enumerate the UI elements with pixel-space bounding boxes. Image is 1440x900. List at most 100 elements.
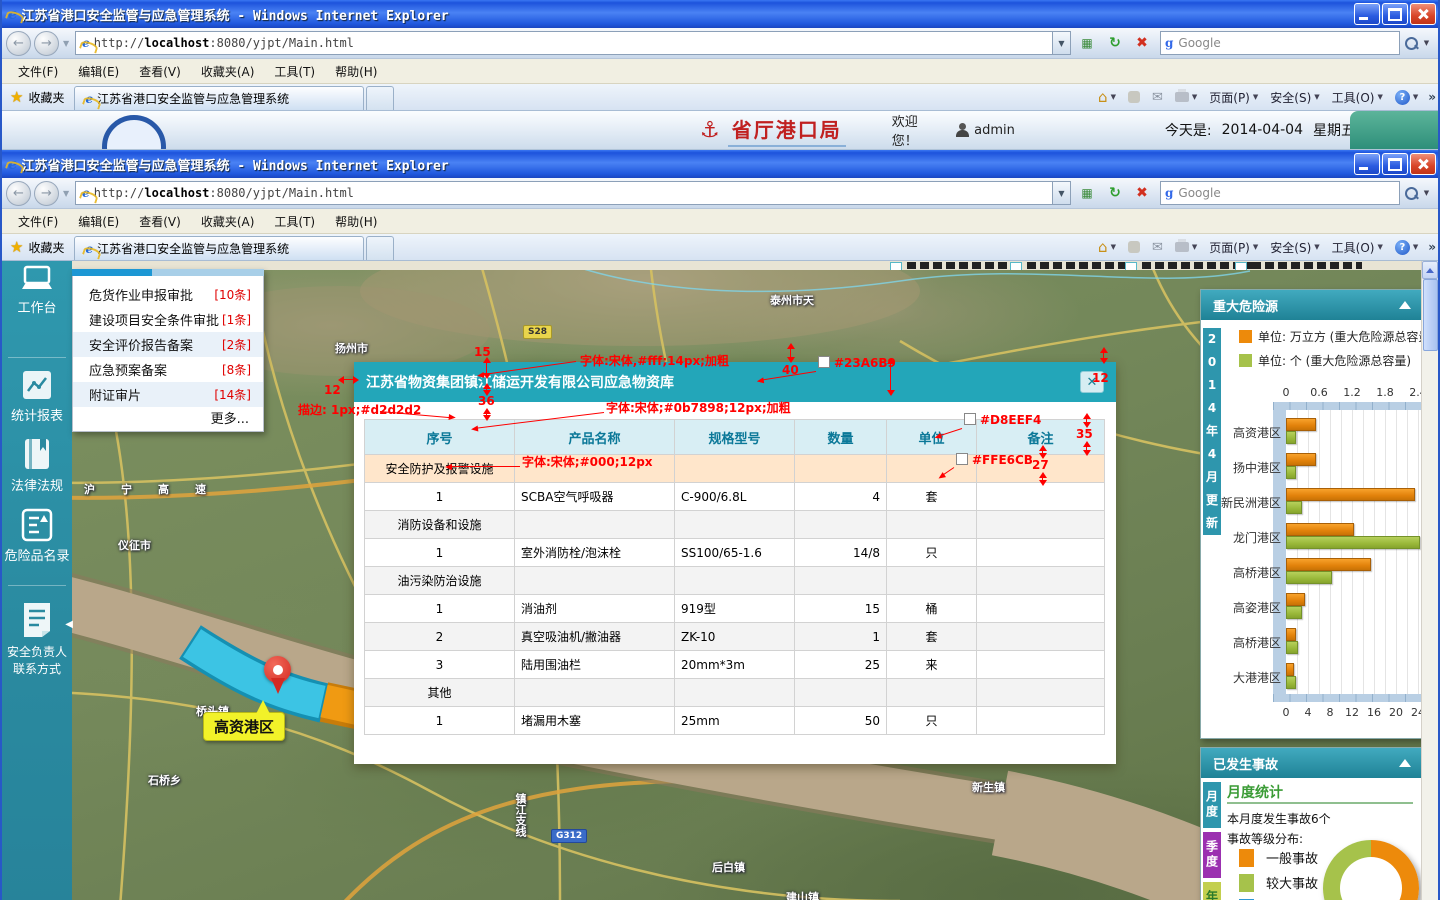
scroll-up-button[interactable] [1422,261,1438,279]
measure-line [486,385,487,394]
feeds-button[interactable] [1122,91,1146,103]
address-bar[interactable]: e http://localhost:8080/yjpt/Main.html [75,181,1053,205]
menu-tools[interactable]: 工具(T) [264,61,325,82]
menu-item[interactable]: 安全评价报告备案[2条] [73,332,263,357]
search-button[interactable]: ▼ [1400,181,1434,205]
browser-tab[interactable]: e 江苏省港口安全监管与应急管理系统 [74,86,364,110]
restore-button[interactable] [1382,153,1408,175]
sidebar-item-safety-contacts[interactable]: 安全负责人联系方式 [2,601,72,678]
menu-view[interactable]: 查看(V) [129,61,191,82]
bar-category-label: 大港港区 [1233,669,1281,686]
menu-more-link[interactable]: 更多... [73,407,263,427]
back-button[interactable]: ← [6,31,31,56]
tools-menu-button[interactable]: 工具(O)▼ [1326,89,1389,106]
tab-yearly[interactable]: 年度 [1203,882,1221,900]
address-dropdown-button[interactable]: ▼ [1053,181,1071,205]
checkbox-icon[interactable] [1010,262,1022,270]
menu-item[interactable]: 建设项目安全条件审批[1条] [73,307,263,332]
collapse-up-icon[interactable] [1399,759,1411,767]
vertical-scrollbar[interactable] [1421,261,1438,900]
menu-item[interactable]: 应急预案备案[8条] [73,357,263,382]
close-button[interactable] [1410,153,1436,175]
menu-tools[interactable]: 工具(T) [264,211,325,232]
checkbox-icon[interactable] [1235,262,1247,270]
map-pin[interactable] [264,656,291,683]
forward-button[interactable]: → [34,181,59,206]
checkbox-icon[interactable] [1125,262,1137,270]
page-menu-button[interactable]: 页面(P)▼ [1203,239,1264,256]
new-tab-stub[interactable] [366,236,394,260]
print-button[interactable]: ▼ [1169,92,1203,102]
favorites-button[interactable]: ★ 收藏夹 [0,84,74,110]
table-section-row: 油污染防治设施 [365,567,1105,595]
scrollbar-thumb[interactable] [1423,279,1438,351]
bar-category-label: 扬中港区 [1233,459,1281,476]
tab-monthly[interactable]: 月度 [1203,782,1221,828]
read-mail-button[interactable]: ✉ [1146,240,1169,255]
menu-view[interactable]: 查看(V) [129,211,191,232]
history-dropdown-icon[interactable]: ▼ [63,189,69,198]
home-button[interactable]: ⌂▼ [1092,238,1122,256]
stop-button[interactable]: ✖ [1130,32,1154,54]
refresh-button[interactable]: ↻ [1103,32,1127,54]
menu-edit[interactable]: 编辑(E) [68,211,129,232]
menu-favorites[interactable]: 收藏夹(A) [191,61,265,82]
address-bar[interactable]: e http://localhost:8080/yjpt/Main.html [75,31,1053,55]
hazards-panel-header[interactable]: 重大危险源 [1201,290,1423,320]
tools-menu-button[interactable]: 工具(O)▼ [1326,239,1389,256]
safety-menu-button[interactable]: 安全(S)▼ [1264,89,1325,106]
menu-item[interactable]: 危货作业申报审批[10条] [73,282,263,307]
safety-menu-button[interactable]: 安全(S)▼ [1264,239,1325,256]
read-mail-button[interactable]: ✉ [1146,90,1169,105]
tab-quarterly[interactable]: 季度 [1203,832,1221,878]
address-dropdown-button[interactable]: ▼ [1053,31,1071,55]
minimize-button[interactable] [1354,3,1380,25]
sidebar-collapse-icon[interactable]: ◀ [65,619,73,630]
menu-help[interactable]: 帮助(H) [325,211,387,232]
sidebar-item-workbench[interactable]: 工作台 [2,265,72,317]
table-cell [977,651,1105,679]
refresh-button[interactable]: ↻ [1103,182,1127,204]
sidebar-item-laws[interactable]: 法律法规 [2,437,72,495]
browser-tab[interactable]: e 江苏省港口安全监管与应急管理系统 [74,236,364,260]
favorites-button[interactable]: ★ 收藏夹 [0,234,74,260]
close-button[interactable] [1410,3,1436,25]
history-dropdown-icon[interactable]: ▼ [63,39,69,48]
back-button[interactable]: ← [6,181,31,206]
print-button[interactable]: ▼ [1169,242,1203,252]
color-chip [956,453,968,465]
collapse-up-icon[interactable] [1399,301,1411,309]
home-button[interactable]: ⌂▼ [1092,88,1122,106]
stop-button[interactable]: ✖ [1130,182,1154,204]
table-row: 3陆用围油栏20mm*3m25来 [365,651,1105,679]
minimize-button[interactable] [1354,153,1380,175]
help-button[interactable]: ?▼ [1389,90,1424,105]
window-titlebar[interactable]: e 江苏省港口安全监管与应急管理系统 - Windows Internet Ex… [0,150,1440,178]
search-input[interactable]: g Google [1160,31,1400,55]
window-titlebar[interactable]: e 江苏省港口安全监管与应急管理系统 - Windows Internet Ex… [0,0,1440,28]
search-button[interactable]: ▼ [1400,31,1434,55]
page-menu-button[interactable]: 页面(P)▼ [1203,89,1264,106]
search-input[interactable]: g Google [1160,181,1400,205]
compatibility-view-icon[interactable]: ▦ [1074,31,1100,55]
ie-logo-icon: e [8,7,18,22]
sidebar-item-reports[interactable]: 统计报表 [2,369,72,425]
annotation-titlebar-color: #23A6B9 [818,356,896,370]
map-region-label[interactable]: 高资港区 [203,712,285,741]
checkbox-icon[interactable] [890,262,902,270]
menu-edit[interactable]: 编辑(E) [68,61,129,82]
feeds-button[interactable] [1122,241,1146,253]
new-tab-stub[interactable] [366,86,394,110]
tab-title: 江苏省港口安全监管与应急管理系统 [97,240,289,257]
accidents-panel-header[interactable]: 已发生事故 [1201,748,1423,778]
sidebar-item-hazmat-list[interactable]: 危险品名录 [2,507,72,565]
forward-button[interactable]: → [34,31,59,56]
help-button[interactable]: ?▼ [1389,240,1424,255]
menu-help[interactable]: 帮助(H) [325,61,387,82]
menu-file[interactable]: 文件(F) [8,211,68,232]
menu-file[interactable]: 文件(F) [8,61,68,82]
restore-button[interactable] [1382,3,1408,25]
compatibility-view-icon[interactable]: ▦ [1074,181,1100,205]
menu-item[interactable]: 附证审片[14条] [73,382,263,407]
menu-favorites[interactable]: 收藏夹(A) [191,211,265,232]
